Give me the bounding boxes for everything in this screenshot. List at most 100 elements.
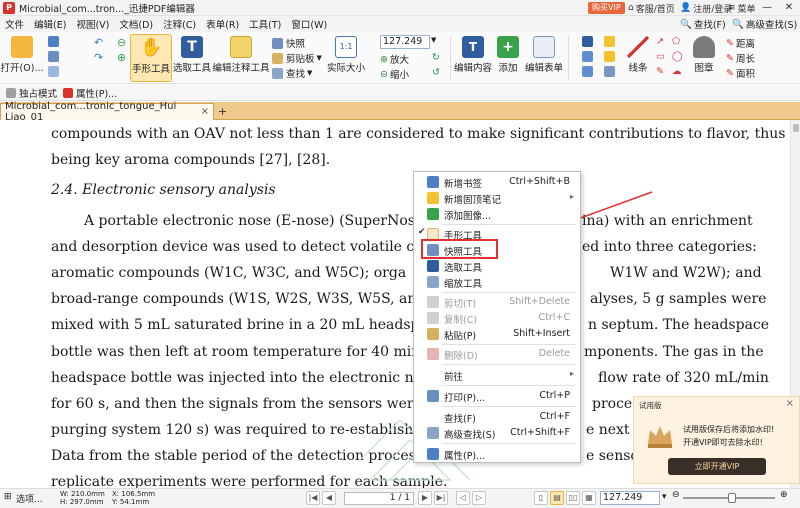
highlight-icon: [604, 36, 615, 47]
scrollbar-thumb[interactable]: [793, 124, 799, 132]
ctx-item-print[interactable]: 打印(P)... Ctrl+P: [414, 388, 580, 404]
history-back-button[interactable]: ◁: [456, 491, 470, 505]
edit-annotation-tool-button[interactable]: 编辑注释工具: [213, 36, 270, 74]
undo-button[interactable]: ↶: [94, 36, 103, 49]
zoom-dropdown-button[interactable]: ▼: [431, 36, 436, 44]
advanced-find-button[interactable]: 🔍 高级查找(S): [732, 16, 797, 32]
distance-tool-button[interactable]: ✎ 距离: [726, 36, 755, 51]
last-page-button[interactable]: ▶|: [434, 491, 448, 505]
ctx-item-zoom-tool[interactable]: 缩放工具: [414, 274, 580, 290]
open-vip-button[interactable]: 立即开通VIP: [668, 458, 766, 475]
polygon-tool-button[interactable]: ⬠: [672, 36, 680, 47]
rotate-ccw-button[interactable]: ↺: [432, 67, 440, 78]
status-zoom-dropdown-icon[interactable]: ▾: [662, 492, 667, 502]
menu-window[interactable]: 窗口(W): [286, 17, 332, 31]
snapshot-button[interactable]: 快照: [272, 36, 305, 50]
menu-comment[interactable]: 注释(C): [158, 17, 201, 31]
ctx-item-copy[interactable]: 复制(C) Ctrl+C: [414, 310, 580, 326]
menu-document[interactable]: 文档(D): [114, 17, 158, 31]
save-button[interactable]: [48, 36, 62, 47]
status-zoom-combo[interactable]: 127.249: [600, 491, 660, 505]
layout-options-icon[interactable]: ⊞: [4, 492, 12, 502]
sticky-note-button[interactable]: [604, 51, 618, 62]
options-button[interactable]: 选项...: [16, 492, 43, 505]
login-link[interactable]: 👤 注册/登录: [680, 0, 732, 16]
forward-button[interactable]: ⊕: [117, 51, 126, 64]
ctx-item-add-sticky-note[interactable]: 新增固顶笔记 ▸: [414, 190, 580, 206]
find-button[interactable]: 🔍 查找(F): [680, 16, 726, 32]
open-button[interactable]: 打开(O)...: [1, 36, 43, 74]
back-button[interactable]: ⊖: [117, 36, 126, 49]
history-forward-button[interactable]: ▷: [472, 491, 486, 505]
menu-form[interactable]: 表单(R): [201, 17, 244, 31]
zoom-out-small-button[interactable]: ⊖: [672, 490, 680, 500]
edit-content-button[interactable]: T 编辑内容: [453, 36, 493, 74]
arrow-tool-button[interactable]: ↗: [656, 36, 664, 47]
clipboard-button[interactable]: 剪贴板 ▼: [272, 51, 322, 65]
cloud-tool-button[interactable]: ☁: [672, 66, 682, 77]
area-tool-button[interactable]: ✎ 面积: [726, 66, 755, 81]
menu-view[interactable]: 视图(V): [71, 17, 114, 31]
typewriter-button[interactable]: [582, 36, 596, 47]
ellipse-tool-button[interactable]: ◯: [672, 51, 683, 62]
new-tab-button[interactable]: +: [218, 105, 227, 118]
callout-button[interactable]: [582, 66, 596, 77]
ctx-item-add-bookmark[interactable]: 新增书签 Ctrl+Shift+B: [414, 174, 580, 190]
rectangle-tool-button[interactable]: ▭: [656, 51, 665, 62]
tab-close-icon[interactable]: ×: [201, 106, 209, 117]
ctx-item-delete[interactable]: 删除(D) Delete: [414, 346, 580, 362]
ribbon-find-button[interactable]: 查找 ▼: [272, 66, 312, 80]
first-page-button[interactable]: |◀: [306, 491, 320, 505]
hand-tool-button[interactable]: ✋ 手形工具: [130, 34, 172, 82]
line-tool-button[interactable]: 线条: [624, 36, 652, 74]
ctx-item-select-tool[interactable]: 选取工具: [414, 258, 580, 274]
textbox-icon: [582, 51, 593, 62]
ctx-item-cut[interactable]: 剪切(T) Shift+Delete: [414, 294, 580, 310]
close-window-button[interactable]: ✕: [778, 0, 800, 16]
next-page-button[interactable]: ▶: [418, 491, 432, 505]
actual-size-button[interactable]: 1:1 实际大小: [323, 36, 369, 74]
pencil-tool-button[interactable]: ✎: [656, 66, 664, 77]
menu-edit[interactable]: 编辑(E): [29, 17, 71, 31]
exclusive-mode-button[interactable]: 独占模式: [6, 86, 57, 100]
save-icon: [48, 36, 59, 47]
highlight-button[interactable]: [604, 36, 618, 47]
menu-tools[interactable]: 工具(T): [244, 17, 286, 31]
add-button[interactable]: + 添加: [495, 36, 521, 74]
zoom-out-button[interactable]: ⊖ 缩小: [380, 67, 409, 82]
redo-button[interactable]: ↷: [94, 51, 103, 64]
stamp-button[interactable]: 图章: [690, 36, 718, 74]
rotate-cw-button[interactable]: ↻: [432, 52, 440, 63]
two-page-view-icon[interactable]: ▯▯: [566, 491, 580, 505]
menu-file[interactable]: 文件: [0, 17, 29, 31]
email-button[interactable]: [48, 66, 62, 77]
ctx-item-go-to[interactable]: 前往 ▸: [414, 367, 580, 383]
single-page-view-icon[interactable]: ▯: [534, 491, 548, 505]
buy-vip-button[interactable]: 购买VIP: [588, 2, 625, 14]
zoom-in-small-button[interactable]: ⊕: [780, 490, 788, 500]
ctx-item-advanced-find[interactable]: 高级查找(S) Ctrl+Shift+F: [414, 425, 580, 441]
zoom-in-button[interactable]: ⊕ 放大: [380, 52, 409, 67]
properties-button[interactable]: 属性(P)...: [63, 86, 117, 100]
ctx-item-find[interactable]: 查找(F) Ctrl+F: [414, 409, 580, 425]
perimeter-tool-button[interactable]: ✎ 周长: [726, 51, 755, 66]
ctx-item-paste[interactable]: 粘贴(P) Shift+Insert: [414, 326, 580, 342]
select-tool-button[interactable]: T 选取工具: [171, 36, 213, 74]
continuous-view-icon[interactable]: ▤: [550, 491, 564, 505]
page-number-input[interactable]: 1 / 1: [344, 492, 414, 505]
zoom-slider-knob[interactable]: [728, 493, 736, 503]
document-tab[interactable]: Microbial_com...tronic_tongue_Hui Liao_0…: [0, 101, 214, 123]
minimize-button[interactable]: —: [756, 0, 778, 16]
zoom-combo[interactable]: 127.249: [380, 35, 430, 49]
print-button[interactable]: [48, 51, 62, 62]
textbox-button[interactable]: [582, 51, 596, 62]
ctx-item-add-image[interactable]: 添加图像...: [414, 206, 580, 222]
promo-close-icon[interactable]: ×: [786, 398, 794, 409]
prev-page-button[interactable]: ◀: [322, 491, 336, 505]
ctx-item-properties[interactable]: 属性(P)...: [414, 446, 580, 462]
two-page-continuous-icon[interactable]: ▦: [582, 491, 596, 505]
main-menu-button[interactable]: ≡ 菜单: [728, 0, 756, 16]
edit-form-button[interactable]: 编辑表单: [524, 36, 564, 74]
audio-button[interactable]: [604, 66, 618, 77]
customer-service-link[interactable]: ⌂ 客服/首页: [628, 0, 675, 16]
